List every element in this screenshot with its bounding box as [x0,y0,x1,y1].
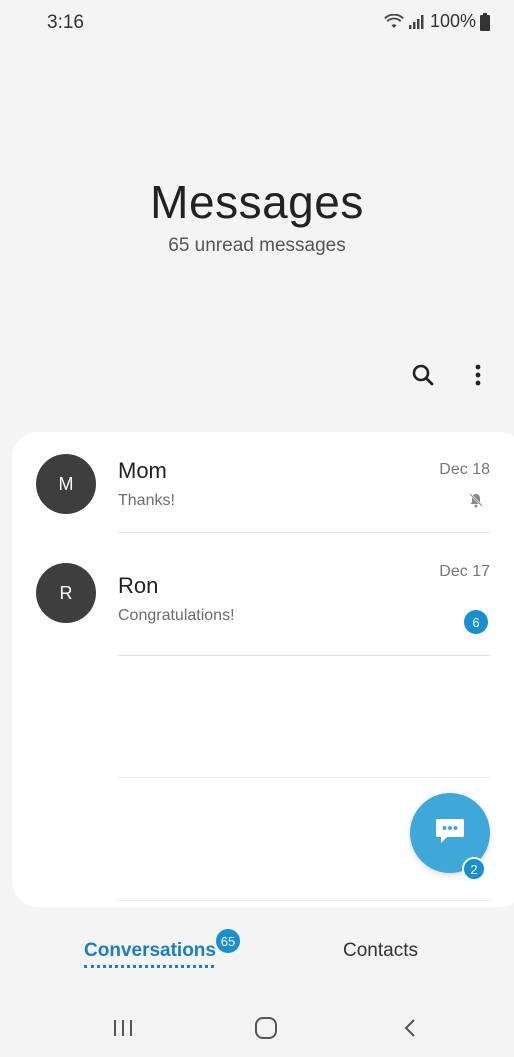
row-divider [118,777,490,778]
signal-icon [408,14,426,30]
conversation-row[interactable]: R Ron Congratulations! Dec 17 6 [12,533,514,656]
message-date: Dec 18 [439,461,490,478]
page-header: Messages 65 unread messages [0,175,514,257]
compose-message-icon [435,817,465,850]
row-divider [118,655,490,656]
unread-summary: 65 unread messages [168,235,346,256]
page-title: Messages [150,176,364,228]
more-vertical-icon[interactable] [463,360,493,390]
conversations-badge: 65 [216,929,240,953]
conversation-row[interactable]: M Mom Thanks! Dec 18 [12,432,514,547]
tab-conversations[interactable]: Conversations [84,940,216,962]
mute-bell-icon [468,492,484,513]
status-icons: 100% [384,11,490,32]
contact-name: Mom [118,458,167,483]
home-icon[interactable] [246,1012,286,1044]
tab-contacts[interactable]: Contacts [343,940,418,962]
message-preview: Congratulations! [118,607,235,624]
wifi-icon [384,13,404,30]
search-icon[interactable] [408,360,438,390]
recent-apps-icon[interactable] [103,1012,143,1044]
message-date: Dec 17 [439,563,490,580]
unread-count-badge: 6 [464,610,488,634]
active-tab-indicator [84,965,214,968]
avatar: M [36,454,96,514]
battery-percent: 100% [429,11,476,31]
message-preview: Thanks! [118,492,175,509]
status-bar: 3:16 100% [0,0,514,44]
row-divider [118,900,490,901]
system-nav-bar [0,1000,514,1057]
avatar: R [36,563,96,623]
back-icon[interactable] [390,1012,430,1044]
contact-name: Ron [118,573,159,598]
fab-badge: 2 [462,857,486,881]
battery-icon [480,12,490,31]
status-time: 3:16 [47,12,84,33]
